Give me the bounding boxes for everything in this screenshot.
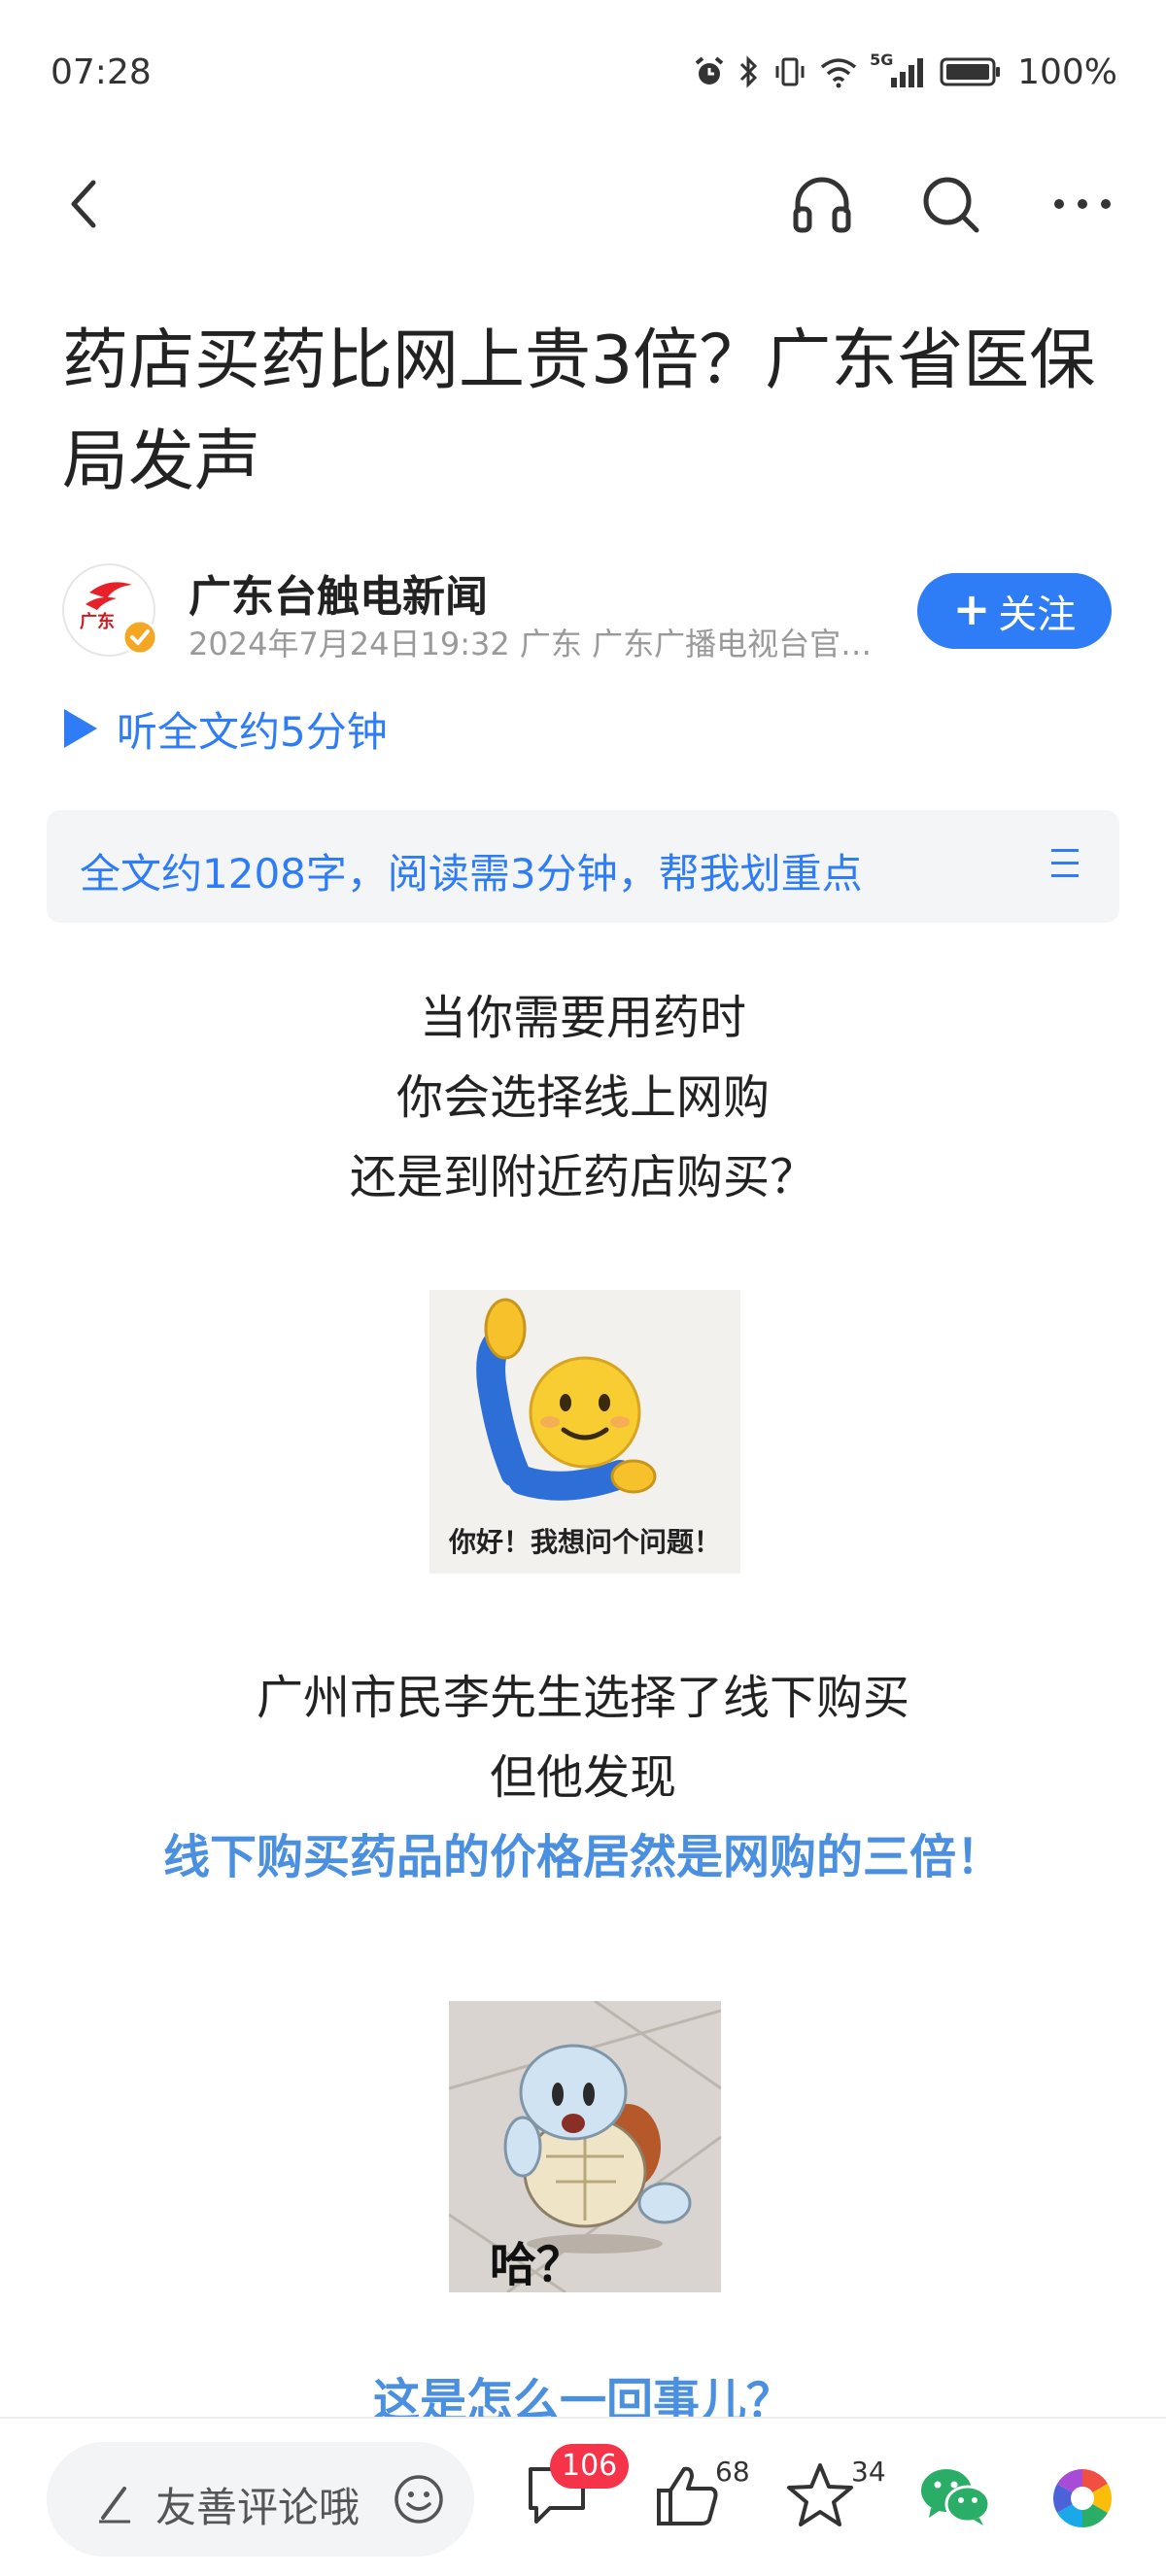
like-count: 68 bbox=[715, 2456, 750, 2488]
author-name[interactable]: 广东台触电新闻 bbox=[189, 561, 488, 624]
author-row: 广东 广东台触电新闻 2024年7月24日19:32 广东 广东广播电视台官… … bbox=[62, 561, 1112, 662]
search-button[interactable] bbox=[911, 165, 989, 243]
comment-count-badge: 106 bbox=[550, 2444, 630, 2489]
body-line: 你会选择线上网购 bbox=[395, 1070, 770, 1125]
back-button[interactable] bbox=[45, 165, 122, 243]
wechat-share-icon[interactable] bbox=[919, 2465, 991, 2529]
moments-share-icon[interactable] bbox=[1051, 2467, 1114, 2529]
summary-text: 全文约1208字，阅读需3分钟，帮我划重点 bbox=[80, 850, 863, 898]
headphones-icon bbox=[793, 177, 851, 233]
verified-badge-icon bbox=[121, 619, 158, 656]
battery-percent: 100% bbox=[1017, 51, 1117, 92]
article-title: 药店买药比网上贵3倍？广东省医保局发声 bbox=[62, 322, 1096, 500]
body-line: 但他发现 bbox=[489, 1750, 676, 1805]
status-icons: 5G 100% bbox=[693, 51, 1117, 93]
follow-button[interactable]: + 关注 bbox=[917, 573, 1112, 649]
status-bar: 07:28 5G 100% bbox=[0, 0, 1166, 146]
play-icon bbox=[64, 709, 97, 748]
author-avatar[interactable]: 广东 bbox=[62, 563, 158, 657]
favorite-count: 34 bbox=[851, 2456, 886, 2488]
raised-hand-emoji-icon bbox=[476, 1298, 657, 1501]
emoji-icon[interactable] bbox=[393, 2473, 445, 2525]
bluetooth-icon bbox=[740, 55, 758, 88]
comment-input[interactable]: 友善评论哦 bbox=[47, 2442, 474, 2557]
pen-icon bbox=[99, 2487, 130, 2524]
list-icon bbox=[1051, 849, 1079, 882]
plus-icon: + bbox=[952, 583, 991, 635]
summary-bar[interactable]: 全文约1208字，阅读需3分钟，帮我划重点 bbox=[47, 810, 1119, 923]
follow-label: 关注 bbox=[998, 593, 1077, 637]
alarm-icon bbox=[695, 56, 724, 85]
more-dots-icon bbox=[1054, 199, 1111, 209]
status-time: 07:28 bbox=[51, 52, 152, 92]
image-caption: 哈？ bbox=[490, 2238, 584, 2292]
image-caption: 你好！我想问个问题！ bbox=[448, 1526, 721, 1558]
avatar-text: 广东 bbox=[80, 612, 115, 632]
body-line: 当你需要用药时 bbox=[419, 991, 746, 1045]
raised-hand-emoji-image[interactable]: 你好！我想问个问题！ bbox=[429, 1290, 740, 1574]
body-line: 还是到附近药店购买？ bbox=[349, 1150, 816, 1204]
listen-label: 听全文约5分钟 bbox=[117, 707, 388, 756]
listen-full-article[interactable]: 听全文约5分钟 bbox=[64, 701, 388, 756]
article-meta: 2024年7月24日19:32 广东 广东广播电视台官… bbox=[189, 626, 873, 662]
back-arrow-icon bbox=[71, 180, 96, 228]
vibrate-icon bbox=[775, 57, 805, 86]
highlight-line: 线下购买药品的价格居然是网购的三倍！ bbox=[162, 1830, 1003, 1884]
search-icon bbox=[923, 177, 979, 233]
top-nav bbox=[0, 155, 1166, 253]
battery-icon bbox=[940, 57, 1001, 86]
more-button[interactable] bbox=[1044, 165, 1121, 243]
body-line: 广州市民李先生选择了线下购买 bbox=[256, 1671, 909, 1725]
bottom-action-bar: 友善评论哦 106 68 34 bbox=[0, 2417, 1166, 2576]
wifi-icon bbox=[820, 58, 857, 88]
squirtle-meme-image[interactable]: 哈？ bbox=[449, 2001, 721, 2292]
like-icon[interactable] bbox=[653, 2461, 721, 2529]
favorite-star-icon[interactable] bbox=[785, 2461, 855, 2529]
signal-icon: 5G bbox=[870, 51, 928, 89]
listen-button[interactable] bbox=[783, 165, 861, 243]
comment-placeholder: 友善评论哦 bbox=[155, 2484, 360, 2531]
